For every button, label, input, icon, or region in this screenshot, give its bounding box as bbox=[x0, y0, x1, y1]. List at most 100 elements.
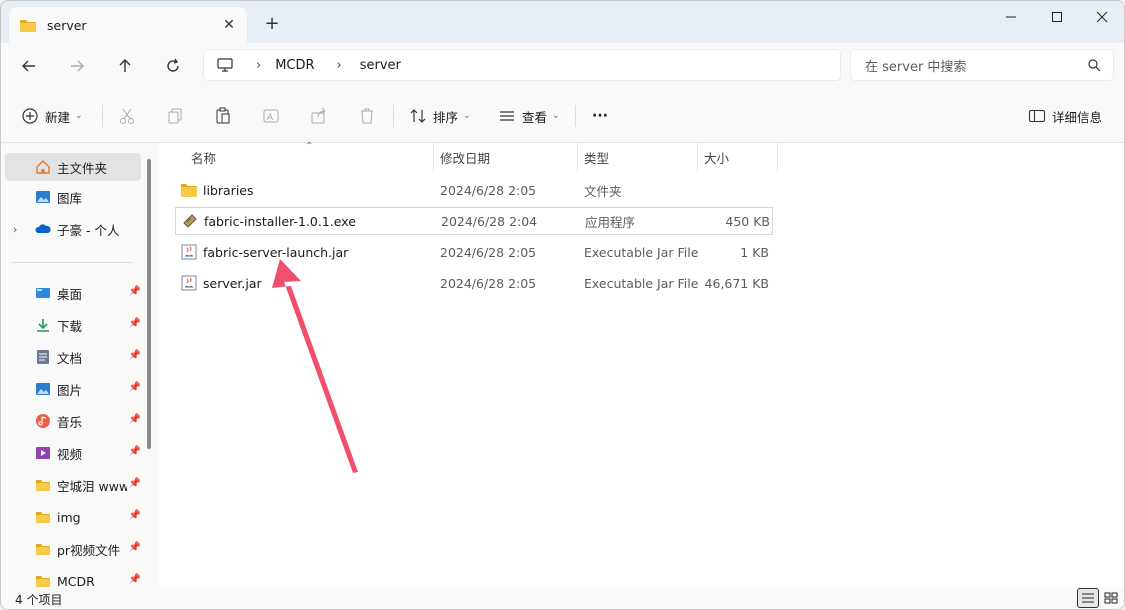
delete-button[interactable] bbox=[358, 103, 376, 129]
column-header-name[interactable]: 名称 bbox=[191, 143, 216, 171]
table-row[interactable]: fabric-server-launch.jar 2024/6/28 2:05 … bbox=[175, 238, 773, 266]
new-tab-button[interactable]: + bbox=[263, 15, 281, 33]
close-tab-icon[interactable]: ✕ bbox=[221, 17, 237, 33]
title-bar: server ✕ + bbox=[1, 1, 1124, 43]
breadcrumb-server[interactable]: server bbox=[360, 58, 401, 73]
back-arrow-icon[interactable] bbox=[16, 53, 42, 79]
svg-text:A: A bbox=[267, 113, 274, 123]
file-type-cell: 文件夹 bbox=[584, 183, 622, 199]
forward-arrow-icon[interactable] bbox=[64, 53, 90, 79]
documents-icon bbox=[37, 350, 49, 364]
desktop-icon bbox=[36, 288, 50, 298]
sidebar-item-desktop[interactable]: 桌面 📌 bbox=[5, 279, 141, 307]
sidebar-item-videos[interactable]: 视频 📌 bbox=[5, 439, 141, 467]
chevron-down-icon: ⌄ bbox=[552, 111, 560, 121]
column-header-type[interactable]: 类型 bbox=[584, 143, 609, 171]
jar-icon bbox=[181, 244, 197, 260]
sidebar-item-onedrive[interactable]: 子豪 - 个人 bbox=[5, 215, 141, 243]
sidebar-item-gallery[interactable]: 图库 bbox=[5, 183, 141, 211]
pin-icon[interactable]: 📌 bbox=[129, 542, 141, 553]
details-pane-icon bbox=[1028, 109, 1046, 123]
sidebar-item-downloads[interactable]: 下载 📌 bbox=[5, 311, 141, 339]
share-icon bbox=[311, 107, 326, 124]
jar-icon bbox=[181, 275, 197, 291]
navigation-bar: › MCDR › server 在 server 中搜索 bbox=[1, 43, 1124, 89]
refresh-icon[interactable] bbox=[160, 53, 186, 79]
close-window-icon[interactable] bbox=[1079, 1, 1124, 33]
pin-icon[interactable]: 📌 bbox=[129, 318, 141, 329]
sidebar-scrollbar[interactable] bbox=[147, 159, 151, 449]
copy-button[interactable] bbox=[166, 103, 184, 129]
column-divider[interactable] bbox=[777, 143, 778, 171]
file-type-cell: Executable Jar File bbox=[584, 244, 699, 260]
pin-icon[interactable]: 📌 bbox=[129, 350, 141, 361]
up-arrow-icon[interactable] bbox=[112, 53, 138, 79]
folder-icon bbox=[36, 512, 50, 523]
pin-icon[interactable]: 📌 bbox=[129, 286, 141, 297]
sidebar-item-documents[interactable]: 文档 📌 bbox=[5, 343, 141, 371]
column-header-date[interactable]: 修改日期 bbox=[440, 143, 490, 171]
file-date-cell: 2024/6/28 2:05 bbox=[440, 182, 537, 198]
exe-icon bbox=[183, 214, 197, 228]
pictures-icon bbox=[36, 383, 50, 395]
file-size-cell: 46,671 KB bbox=[704, 275, 769, 291]
sidebar-item-folder-kongchenglei[interactable]: 空城泪 www 📌 bbox=[5, 471, 141, 499]
sidebar-item-music[interactable]: 音乐 📌 bbox=[5, 407, 141, 435]
sidebar-item-pictures[interactable]: 图片 📌 bbox=[5, 375, 141, 403]
pin-icon[interactable]: 📌 bbox=[129, 414, 141, 425]
details-pane-button[interactable]: 详细信息 bbox=[1028, 103, 1102, 129]
file-type-cell: 应用程序 bbox=[585, 214, 636, 230]
column-divider[interactable] bbox=[697, 143, 698, 171]
chevron-right-icon[interactable]: › bbox=[337, 58, 342, 73]
item-count: 4 个项目 bbox=[15, 593, 63, 607]
download-icon bbox=[37, 319, 49, 332]
view-button[interactable]: 查看 ⌄ bbox=[498, 103, 560, 129]
gallery-icon bbox=[36, 191, 50, 203]
folder-icon bbox=[36, 544, 50, 555]
trash-icon bbox=[361, 108, 373, 124]
sidebar-item-folder-pr[interactable]: pr视频文件 📌 bbox=[5, 535, 141, 563]
computer-icon bbox=[217, 58, 233, 72]
file-date-cell: 2024/6/28 2:04 bbox=[441, 213, 538, 229]
tiles-view-button[interactable] bbox=[1100, 588, 1122, 608]
breadcrumb-mcdr[interactable]: MCDR bbox=[275, 58, 314, 73]
sort-button[interactable]: 排序 ⌄ bbox=[409, 103, 471, 129]
minimize-icon[interactable] bbox=[988, 1, 1034, 33]
pin-icon[interactable]: 📌 bbox=[129, 446, 141, 457]
chevron-right-icon[interactable]: › bbox=[256, 58, 261, 73]
search-input[interactable]: 在 server 中搜索 bbox=[850, 49, 1114, 81]
column-header-size[interactable]: 大小 bbox=[704, 143, 729, 171]
toolbar-divider bbox=[102, 105, 103, 127]
pin-icon[interactable]: 📌 bbox=[129, 478, 141, 489]
chevron-down-icon: ⌄ bbox=[463, 111, 471, 121]
paste-button[interactable] bbox=[214, 103, 232, 129]
pin-icon[interactable]: 📌 bbox=[129, 574, 141, 585]
cut-button[interactable] bbox=[118, 103, 136, 129]
music-icon bbox=[36, 414, 50, 428]
rename-button[interactable]: A bbox=[262, 103, 280, 129]
file-type-cell: Executable Jar File bbox=[584, 275, 699, 291]
file-name-cell: fabric-installer-1.0.1.exe bbox=[182, 207, 356, 235]
column-divider[interactable] bbox=[577, 143, 578, 171]
sidebar-item-home[interactable]: 主文件夹 bbox=[5, 153, 141, 181]
tab-title: server bbox=[47, 17, 87, 33]
more-options-button[interactable]: ··· bbox=[592, 103, 608, 129]
pin-icon[interactable]: 📌 bbox=[129, 382, 141, 393]
navigation-pane: 主文件夹 图库 › 子豪 - 个人 桌面 📌 下载 📌 文档 📌 图片 📌 音乐… bbox=[1, 143, 159, 589]
details-view-button[interactable] bbox=[1077, 588, 1099, 608]
address-bar[interactable]: › MCDR › server bbox=[203, 49, 841, 81]
column-divider[interactable] bbox=[433, 143, 434, 171]
file-name-cell: server.jar bbox=[181, 269, 262, 297]
cut-icon bbox=[120, 108, 134, 124]
tab-server[interactable]: server ✕ bbox=[9, 7, 247, 43]
table-row[interactable]: fabric-installer-1.0.1.exe 2024/6/28 2:0… bbox=[175, 207, 773, 235]
share-button[interactable] bbox=[310, 103, 328, 129]
maximize-icon[interactable] bbox=[1034, 1, 1080, 33]
table-row[interactable]: server.jar 2024/6/28 2:05 Executable Jar… bbox=[175, 269, 773, 297]
plus-circle-icon bbox=[22, 108, 38, 124]
pin-icon[interactable]: 📌 bbox=[129, 510, 141, 521]
new-button[interactable]: 新建 ⌄ bbox=[21, 103, 83, 129]
sidebar-item-folder-img[interactable]: img 📌 bbox=[5, 503, 141, 531]
toolbar-divider bbox=[575, 105, 576, 127]
table-row[interactable]: libraries 2024/6/28 2:05 文件夹 bbox=[175, 176, 773, 204]
